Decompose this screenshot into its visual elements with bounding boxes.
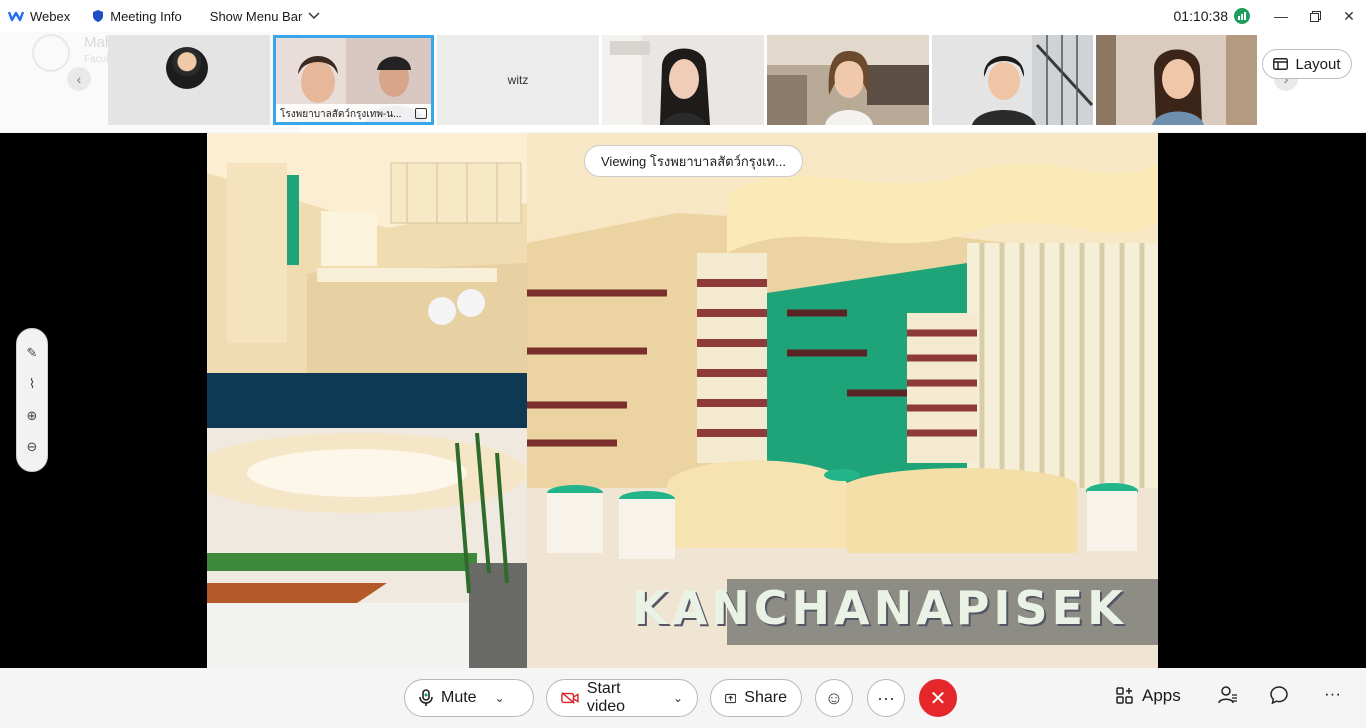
share-screen-icon bbox=[725, 693, 737, 703]
app-name: Webex bbox=[30, 8, 71, 24]
filmstrip-prev-button[interactable]: ‹ bbox=[67, 67, 91, 91]
zoom-out-icon[interactable]: ⊖ bbox=[27, 439, 38, 455]
video-off-icon bbox=[561, 692, 579, 704]
more-menu-button[interactable]: ··· bbox=[1324, 684, 1341, 704]
close-icon: ✕ bbox=[929, 687, 947, 710]
participant-tile-active-speaker[interactable]: โรงพยาบาลสัตว์กรุงเทพ-น... bbox=[273, 35, 434, 125]
participant-video bbox=[602, 35, 764, 125]
participant-video bbox=[767, 35, 929, 125]
participant-name: โรงพยาบาลสัตว์กรุงเทพ-น... bbox=[276, 104, 431, 122]
participant-tile[interactable] bbox=[932, 35, 1093, 125]
chevron-down-icon[interactable]: ⌄ bbox=[673, 691, 683, 705]
minimize-icon: — bbox=[1274, 8, 1288, 24]
apps-button[interactable]: Apps bbox=[1116, 686, 1181, 706]
share-button[interactable]: Share bbox=[710, 679, 802, 717]
shield-icon bbox=[93, 10, 104, 22]
webex-logo-icon bbox=[8, 11, 24, 22]
share-label: Share bbox=[744, 689, 787, 706]
apps-label: Apps bbox=[1142, 686, 1181, 705]
meeting-controls: Mute ⌄ Start video ⌄ Share ☺ ··· ✕ Apps … bbox=[0, 668, 1366, 728]
emoji-add-icon: ☺ bbox=[824, 687, 844, 708]
app-title: Webex bbox=[8, 9, 70, 24]
participant-name: witz bbox=[507, 73, 529, 87]
layout-label: Layout bbox=[1295, 55, 1341, 73]
avatar bbox=[166, 47, 208, 89]
close-window-button[interactable]: ✕ bbox=[1332, 0, 1366, 32]
layout-grid-icon bbox=[1273, 58, 1289, 70]
participant-video bbox=[1096, 35, 1257, 125]
minimize-button[interactable]: — bbox=[1264, 0, 1298, 32]
leave-meeting-button[interactable]: ✕ bbox=[919, 679, 957, 717]
participants-button[interactable] bbox=[1218, 686, 1238, 704]
participants-icon bbox=[1218, 686, 1237, 704]
microphone-icon bbox=[419, 689, 433, 706]
participant-tile[interactable] bbox=[767, 35, 929, 125]
participant-tile[interactable] bbox=[108, 35, 270, 125]
participant-tile[interactable] bbox=[602, 35, 764, 125]
show-menu-bar-label: Show Menu Bar bbox=[209, 8, 303, 24]
participant-tile[interactable]: witz bbox=[437, 35, 599, 125]
more-options-button[interactable]: ··· bbox=[867, 679, 905, 717]
more-icon: ··· bbox=[1324, 684, 1341, 703]
network-signal-icon[interactable] bbox=[1234, 8, 1250, 24]
close-icon: ✕ bbox=[1343, 7, 1355, 24]
participant-filmstrip: Mahidol University Faculty of Veterinary… bbox=[0, 32, 1366, 162]
apps-icon bbox=[1116, 687, 1133, 704]
mute-label: Mute bbox=[441, 689, 477, 706]
viewing-indicator[interactable]: Viewing โรงพยาบาลสัตว์กรุงเท... bbox=[584, 145, 803, 177]
title-bar: Webex Meeting Info Show Menu Bar 01:10:3… bbox=[0, 0, 1366, 32]
slide-caption: KANCHANAPISEK bbox=[632, 581, 1127, 635]
mute-button[interactable]: Mute ⌄ bbox=[404, 679, 534, 717]
chat-icon bbox=[1270, 686, 1288, 704]
restore-icon bbox=[1309, 10, 1321, 22]
start-video-label: Start video bbox=[586, 680, 626, 715]
show-menu-bar-button[interactable]: Show Menu Bar bbox=[210, 9, 321, 24]
participant-tile[interactable] bbox=[1096, 35, 1257, 125]
restore-button[interactable] bbox=[1298, 0, 1332, 32]
content-stage: KANCHANAPISEK bbox=[0, 133, 1366, 668]
more-icon: ··· bbox=[877, 687, 895, 708]
highlighter-icon[interactable]: ⌇ bbox=[29, 376, 35, 392]
annotation-toolbar: ✎ ⌇ ⊕ ⊖ bbox=[16, 328, 48, 472]
chevron-down-icon[interactable]: ⌄ bbox=[495, 691, 505, 705]
reactions-button[interactable]: ☺ bbox=[815, 679, 853, 717]
meeting-info-button[interactable]: Meeting Info bbox=[92, 9, 182, 24]
shared-screen[interactable]: KANCHANAPISEK bbox=[207, 133, 1158, 668]
layout-button[interactable]: Layout bbox=[1262, 49, 1352, 79]
draw-icon[interactable]: ✎ bbox=[27, 345, 38, 361]
zoom-in-icon[interactable]: ⊕ bbox=[27, 408, 38, 424]
participant-video bbox=[932, 35, 1093, 125]
chevron-left-icon: ‹ bbox=[76, 71, 82, 87]
chevron-down-icon bbox=[308, 12, 320, 20]
start-video-button[interactable]: Start video ⌄ bbox=[546, 679, 698, 717]
university-seal-watermark bbox=[32, 34, 70, 72]
meeting-timer: 01:10:38 bbox=[1173, 8, 1229, 24]
sharing-icon bbox=[415, 108, 427, 119]
chat-button[interactable] bbox=[1270, 686, 1288, 704]
meeting-info-label: Meeting Info bbox=[110, 8, 182, 24]
